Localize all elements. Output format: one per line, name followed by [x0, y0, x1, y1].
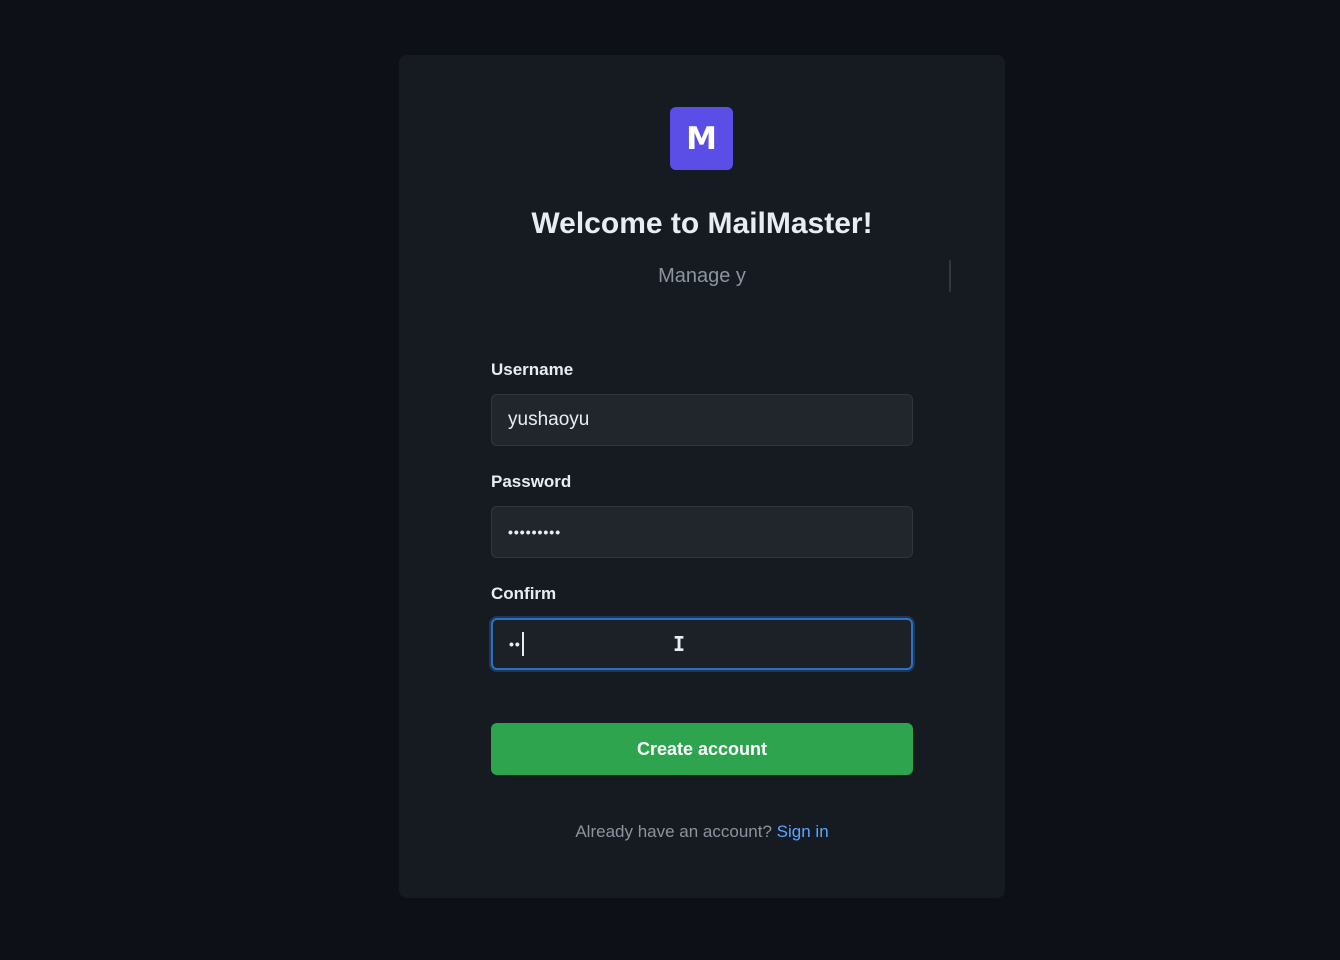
logo-letter: M	[686, 120, 717, 157]
text-cursor	[521, 632, 524, 656]
mailmaster-logo: M	[670, 107, 733, 170]
sign-in-link[interactable]: Sign in	[777, 822, 829, 841]
password-value: •••••••••	[508, 524, 562, 540]
password-label: Password	[491, 472, 572, 491]
create-account-button[interactable]: Create account	[491, 723, 913, 775]
username-field[interactable]: yushaoyu	[491, 394, 913, 446]
username-label: Username	[491, 360, 574, 379]
ibeam-cursor-icon: I	[673, 632, 687, 656]
page-title: Welcome to MailMaster!	[531, 207, 873, 240]
page-subtitle: Manage y	[658, 265, 746, 287]
confirm-value: ••	[509, 636, 521, 652]
signin-prompt-text: Already have an account?	[575, 822, 772, 841]
password-field[interactable]: •••••••••	[491, 506, 913, 558]
confirm-password-field[interactable]: •• I	[491, 618, 913, 670]
subtitle-typing-caret	[949, 260, 951, 292]
register-card: M Welcome to MailMaster! Manage y Userna…	[399, 55, 1005, 898]
confirm-label: Confirm	[491, 584, 557, 603]
signin-prompt: Already have an account? Sign in	[399, 822, 1005, 842]
username-value: yushaoyu	[508, 409, 590, 430]
